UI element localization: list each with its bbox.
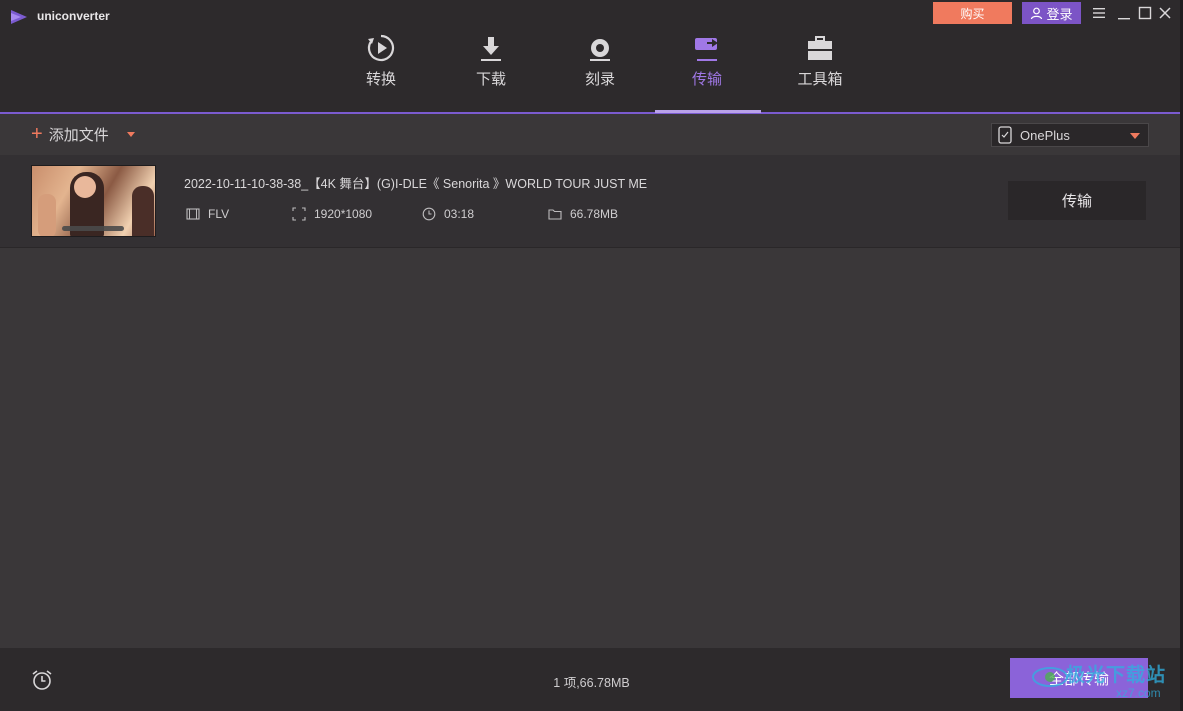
convert-icon [367, 34, 395, 62]
tab-convert-label: 转换 [365, 71, 396, 88]
video-thumbnail[interactable] [31, 165, 156, 237]
tab-burn[interactable]: 刻录 [580, 32, 620, 112]
tab-download-label: 下载 [475, 71, 506, 88]
add-file-button[interactable]: + 添加文件 [31, 124, 109, 144]
file-size-value: 66.78MB [570, 207, 619, 221]
add-file-dropdown-icon[interactable] [127, 132, 135, 137]
tab-burn-label: 刻录 [584, 71, 615, 88]
app-logo-icon [11, 10, 27, 24]
transfer-icon [695, 38, 718, 61]
file-row[interactable]: 2022-10-11-10-38-38_【4K 舞台】(G)I-DLE《 Sen… [0, 155, 1183, 248]
active-tab-indicator [655, 110, 761, 113]
phone-icon [998, 126, 1012, 144]
tab-transfer-label: 传输 [691, 71, 722, 88]
clock-icon [422, 207, 436, 221]
footer: 1 项,66.78MB 全部传输 极光下载站 xz7.com [0, 648, 1183, 711]
app-window: uniconverter 购买 登录 转换 下载 刻录 传输 工具箱 + 添加文… [0, 0, 1183, 711]
tab-toolbox-label: 工具箱 [797, 71, 843, 88]
chevron-down-icon [1130, 133, 1140, 139]
user-icon [1031, 7, 1043, 19]
tab-transfer[interactable]: 传输 [687, 32, 727, 112]
toolbox-icon [808, 36, 832, 60]
login-button[interactable]: 登录 [1022, 2, 1081, 24]
minimize-icon[interactable] [1116, 5, 1132, 21]
file-resolution: 1920*1080 [292, 207, 372, 221]
tab-toolbox[interactable]: 工具箱 [796, 32, 844, 112]
close-icon[interactable] [1157, 5, 1173, 21]
device-select[interactable]: OnePlus [991, 123, 1149, 147]
tab-download[interactable]: 下载 [471, 32, 511, 112]
burn-disc-icon [590, 39, 610, 61]
film-icon [186, 208, 200, 220]
file-size: 66.78MB [548, 207, 618, 221]
login-label: 登录 [1046, 6, 1073, 22]
buy-button[interactable]: 购买 [933, 2, 1012, 24]
file-resolution-value: 1920*1080 [314, 207, 373, 221]
toolbar: + 添加文件 OnePlus [0, 116, 1183, 154]
maximize-icon[interactable] [1137, 5, 1153, 21]
header: uniconverter 购买 登录 转换 下载 刻录 传输 工具箱 [0, 0, 1183, 114]
file-duration-value: 03:18 [444, 207, 475, 221]
transfer-button[interactable]: 传输 [1008, 181, 1146, 220]
folder-icon [548, 209, 562, 220]
menu-icon[interactable] [1091, 5, 1107, 21]
plus-icon: + [31, 123, 43, 145]
resolution-icon [292, 207, 306, 221]
app-name: uniconverter [37, 9, 110, 23]
transfer-all-button[interactable]: 全部传输 [1010, 658, 1148, 698]
files-summary: 1 项,66.78MB [553, 676, 630, 690]
download-icon [481, 37, 501, 61]
file-title: 2022-10-11-10-38-38_【4K 舞台】(G)I-DLE《 Sen… [184, 177, 648, 191]
file-format: FLV [186, 207, 229, 221]
file-duration: 03:18 [422, 207, 474, 221]
add-file-label: 添加文件 [48, 126, 109, 144]
tab-convert[interactable]: 转换 [361, 32, 401, 112]
file-format-value: FLV [208, 207, 230, 221]
main-nav: 转换 下载 刻录 传输 工具箱 [0, 32, 1183, 114]
device-name: OnePlus [1020, 127, 1070, 143]
